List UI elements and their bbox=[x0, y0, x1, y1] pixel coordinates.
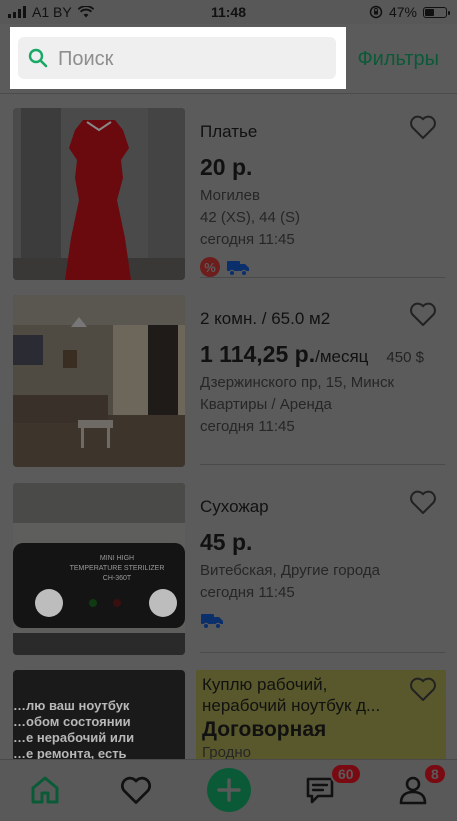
listing-badges: % bbox=[200, 257, 445, 277]
discount-badge: % bbox=[200, 257, 220, 277]
listing-image: MINI HIGH TEMPERATURE STERILIZER CH-360T bbox=[13, 483, 185, 655]
rotation-lock-icon bbox=[369, 5, 383, 19]
listing-size: 42 (XS), 44 (S) bbox=[200, 209, 301, 226]
favorite-heart-icon[interactable] bbox=[409, 489, 437, 515]
status-right: 47% bbox=[369, 4, 450, 20]
tab-bar: 60 8 bbox=[0, 759, 457, 821]
listing-location: Витебская, Другие города bbox=[200, 562, 380, 579]
listing-price: 20 р. bbox=[200, 154, 253, 180]
listing-title: Куплю рабочий, нерабочий ноутбук д... bbox=[202, 675, 381, 715]
listing-item[interactable]: 2 комн. / 65.0 м2 1 114,25 р./месяц 450 $… bbox=[0, 295, 457, 467]
delivery-badge bbox=[201, 614, 223, 630]
listing-info: 2 комн. / 65.0 м2 1 114,25 р./месяц 450 $… bbox=[200, 309, 445, 438]
listing-price-value: 1 114,25 р. bbox=[200, 341, 316, 367]
listing-location: Гродно bbox=[202, 744, 252, 759]
listing-item[interactable]: Платье 20 р. Могилев 42 (XS), 44 (S) сег… bbox=[0, 108, 457, 280]
search-icon bbox=[28, 48, 48, 68]
listing-info: Сухожар 45 р. Витебская, Другие города с… bbox=[200, 497, 445, 630]
favorite-heart-icon[interactable] bbox=[409, 114, 437, 140]
image-text-line: CH-360T bbox=[103, 575, 132, 582]
status-bar: A1 BY 11:48 47% bbox=[0, 0, 457, 24]
favorite-heart-icon[interactable] bbox=[409, 676, 437, 702]
search-input[interactable] bbox=[56, 43, 330, 75]
listing-time: сегодня 11:45 bbox=[200, 231, 295, 248]
listing-item[interactable]: MINI HIGH TEMPERATURE STERILIZER CH-360T… bbox=[0, 483, 457, 655]
home-icon bbox=[31, 776, 59, 804]
image-text-line: MINI HIGH bbox=[100, 555, 134, 562]
heart-icon bbox=[121, 776, 151, 804]
battery-icon bbox=[423, 6, 450, 18]
add-listing-button[interactable] bbox=[207, 768, 251, 812]
favorite-heart-icon[interactable] bbox=[409, 301, 437, 327]
listing-category: Квартиры / Аренда bbox=[200, 396, 332, 413]
profile-count-badge: 8 bbox=[423, 763, 447, 785]
listing-badges bbox=[200, 610, 445, 630]
battery-percent: 47% bbox=[388, 4, 417, 20]
listing-info: Платье 20 р. Могилев 42 (XS), 44 (S) сег… bbox=[200, 122, 445, 277]
listing-time: сегодня 11:45 bbox=[200, 418, 295, 435]
listing-address: Дзержинского пр, 15, Минск bbox=[200, 374, 395, 391]
listing-price: 45 р. bbox=[200, 529, 253, 555]
delivery-badge bbox=[227, 261, 249, 277]
header-divider bbox=[0, 93, 457, 94]
row-divider bbox=[200, 464, 445, 465]
listing-price: 1 114,25 р./месяц 450 $ bbox=[200, 341, 445, 368]
messages-count-badge: 60 bbox=[330, 763, 362, 785]
row-divider bbox=[200, 277, 445, 278]
listing-item[interactable]: …лю ваш ноутбук …обом состоянии …е нераб… bbox=[0, 670, 457, 759]
battery-fill bbox=[425, 8, 434, 16]
listing-image: …лю ваш ноутбук …обом состоянии …е нераб… bbox=[13, 670, 185, 759]
listing-price-unit: /месяц bbox=[315, 347, 369, 366]
row-divider bbox=[200, 652, 445, 653]
listing-image bbox=[13, 295, 185, 467]
listing-time: сегодня 11:45 bbox=[200, 584, 295, 601]
image-text-line: …е нерабочий или bbox=[13, 730, 135, 745]
image-text-line: …обом состоянии bbox=[13, 714, 131, 729]
filters-button[interactable]: Фильтры bbox=[357, 48, 439, 71]
image-text-line: TEMPERATURE STERILIZER bbox=[70, 565, 165, 572]
tab-home[interactable] bbox=[25, 770, 65, 810]
search-highlight bbox=[10, 27, 346, 89]
listing-image bbox=[13, 108, 185, 280]
listing-location: Могилев bbox=[200, 187, 260, 204]
image-text-line: …е ремонта, есть bbox=[13, 746, 127, 759]
search-bar[interactable] bbox=[18, 37, 336, 79]
header: Фильтры bbox=[0, 24, 457, 94]
listing-price: Договорная bbox=[202, 718, 327, 741]
plus-icon bbox=[217, 778, 241, 802]
listing-price-alt: 450 $ bbox=[386, 349, 424, 366]
tab-favorites[interactable] bbox=[116, 770, 156, 810]
image-text-line: …лю ваш ноутбук bbox=[13, 698, 130, 713]
